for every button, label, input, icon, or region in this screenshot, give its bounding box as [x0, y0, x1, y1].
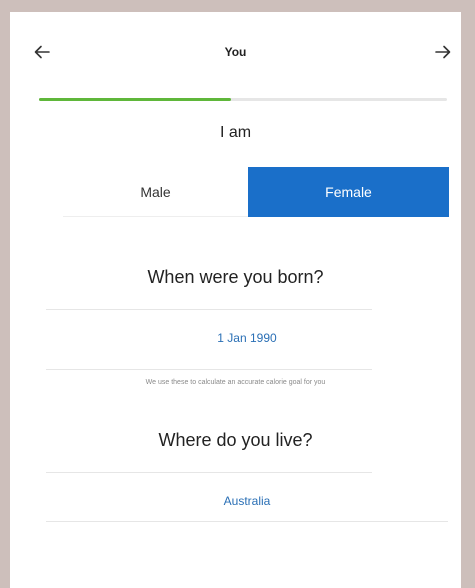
header: You	[10, 12, 461, 86]
arrow-right-icon	[435, 45, 451, 59]
gender-label: I am	[219, 124, 252, 141]
progress-bar	[39, 98, 447, 101]
divider	[46, 309, 372, 310]
birth-hint: We use these to calculate an accurate ca…	[145, 379, 326, 386]
divider	[46, 472, 372, 473]
location-field[interactable]: Australia	[46, 494, 448, 508]
birth-date-field[interactable]: 1 Jan 1990	[46, 331, 448, 345]
divider	[46, 521, 448, 522]
male-option-button[interactable]: Male	[63, 167, 248, 217]
female-option-button[interactable]: Female	[248, 167, 449, 217]
divider	[46, 369, 372, 370]
birth-question: When were you born?	[147, 267, 324, 287]
next-button[interactable]	[429, 38, 457, 66]
page-title: You	[224, 45, 247, 59]
screen: You I am Male Female When were you born?…	[10, 12, 461, 588]
progress-fill	[39, 98, 231, 101]
location-question: Where do you live?	[158, 430, 313, 450]
gender-selector: Male Female	[63, 167, 449, 217]
